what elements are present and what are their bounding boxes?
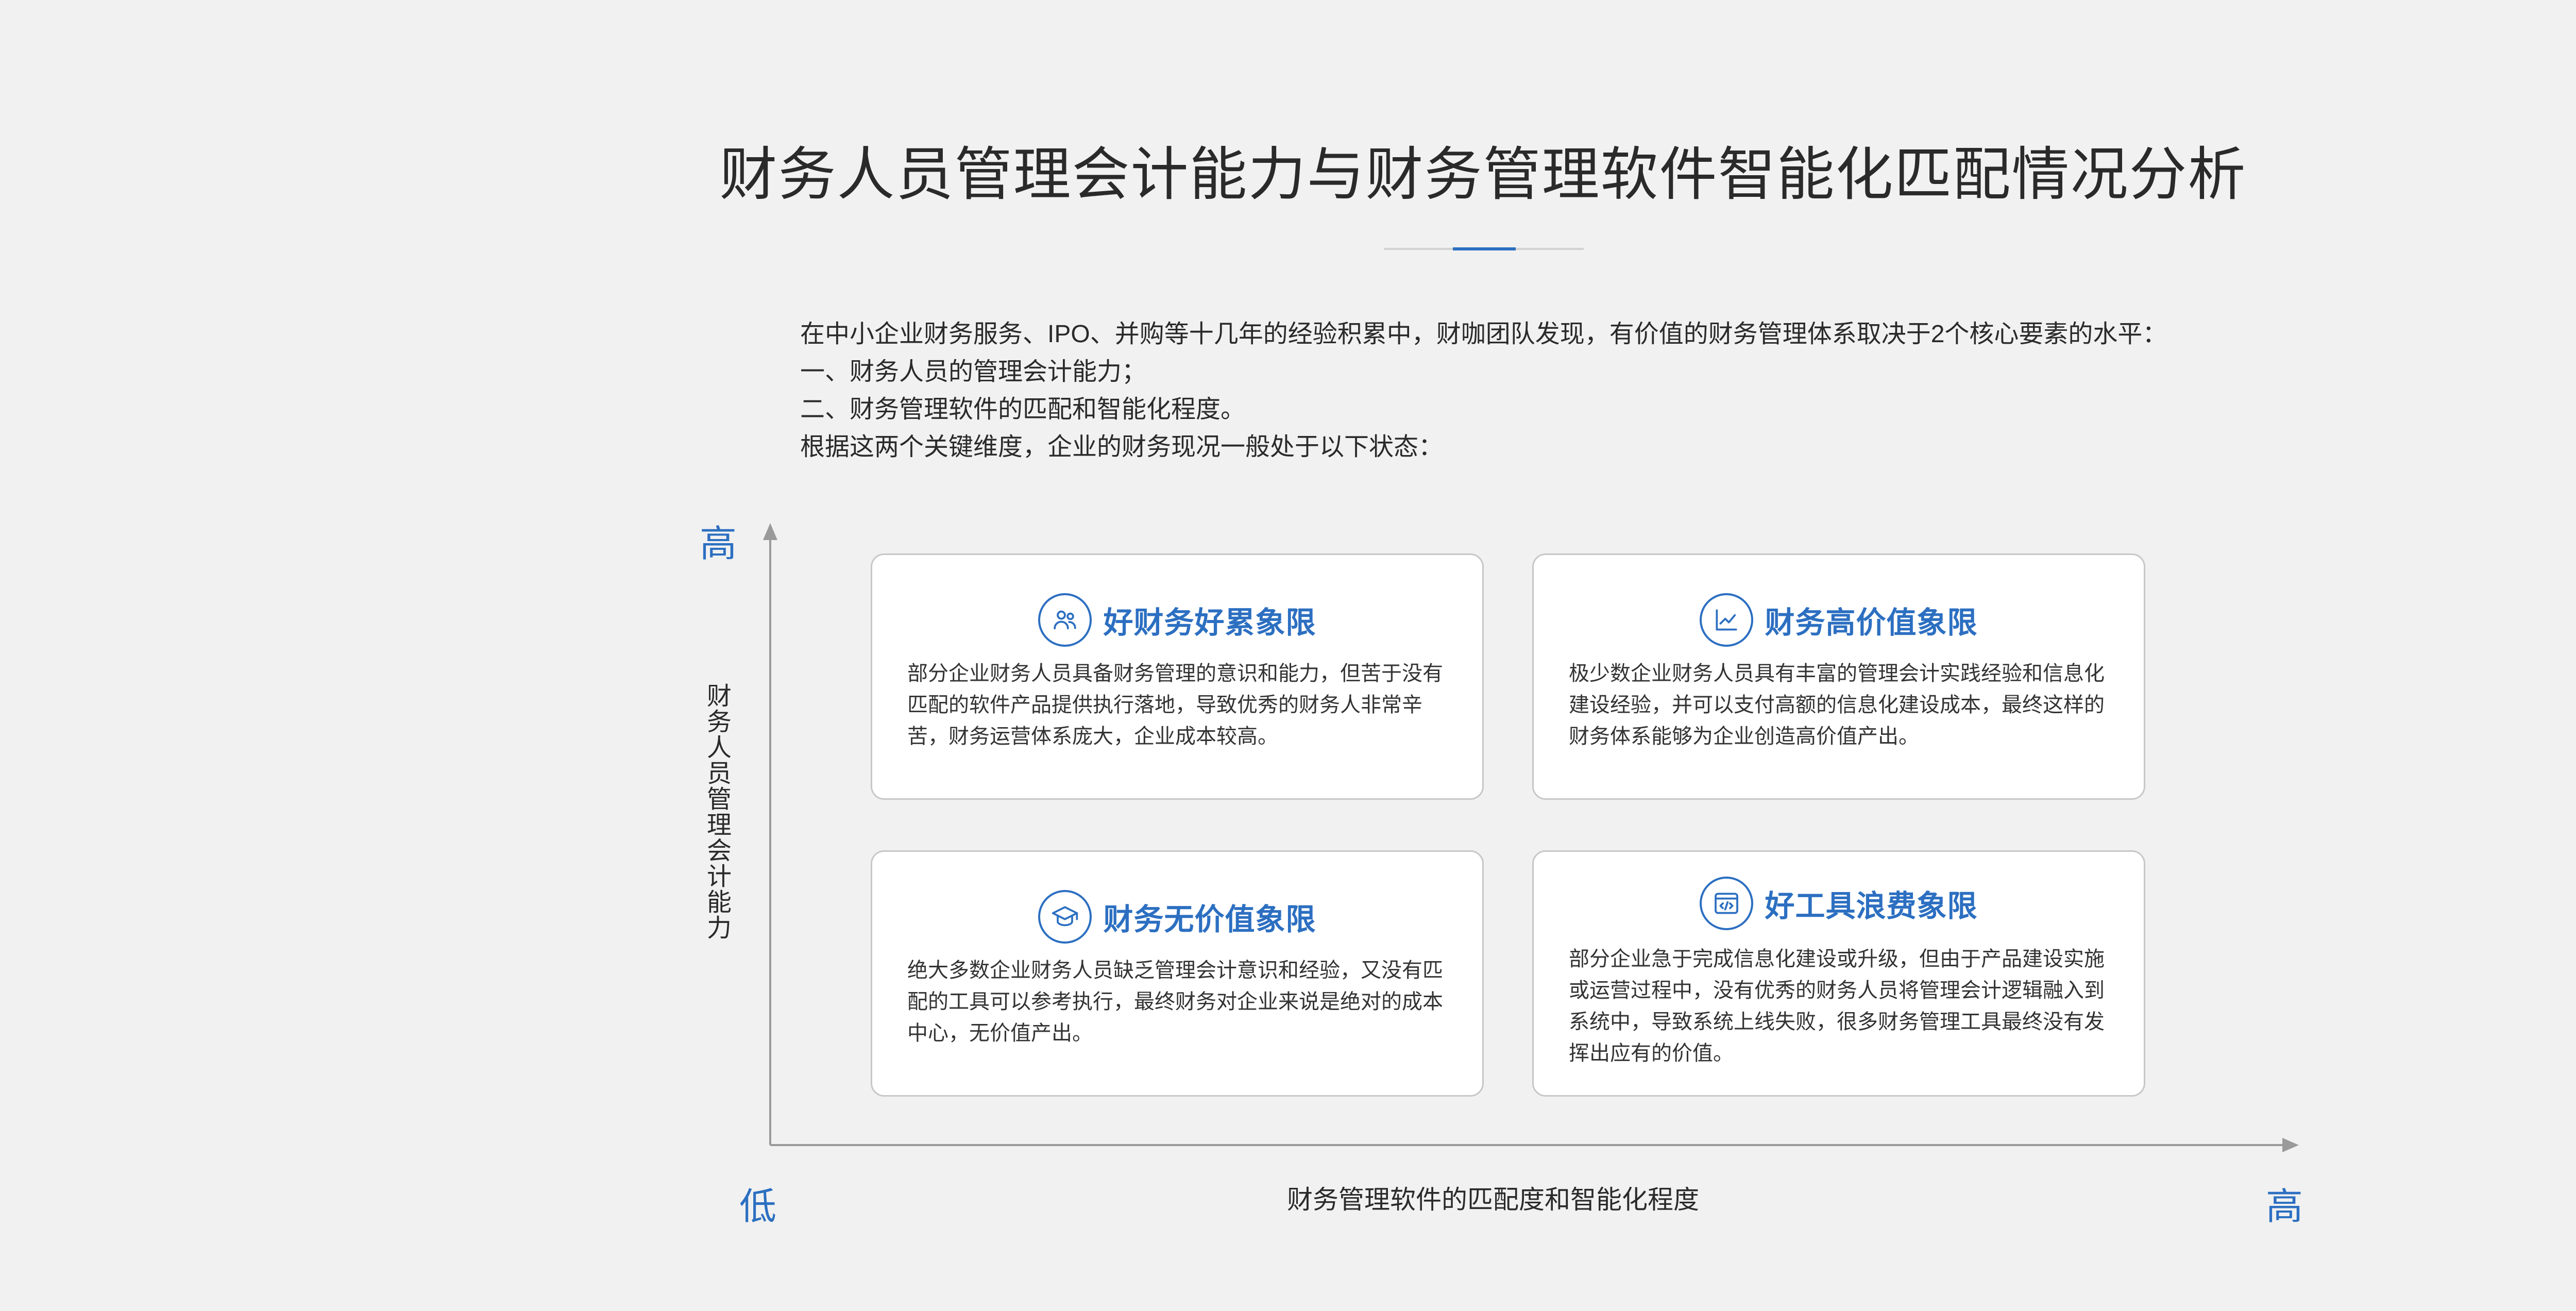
quadrant-description: 绝大多数企业财务人员缺乏管理会计意识和经验，又没有匹配的工具可以参考执行，最终财… (907, 959, 1443, 1045)
chart-line-icon (1700, 593, 1754, 647)
quadrant-description: 极少数企业财务人员具有丰富的管理会计实践经验和信息化建设经验，并可以支付高额的信… (1569, 662, 2105, 748)
quadrant-title: 好财务好累象限 (1103, 606, 1316, 640)
card-header: 好工具浪费象限 (1534, 877, 2144, 930)
y-axis-high-label: 高 (700, 524, 737, 565)
y-axis-title: 财务人员管理会计能力 (703, 683, 730, 940)
quadrant-title: 财务高价值象限 (1765, 606, 1978, 640)
quadrant-description: 部分企业急于完成信息化建设或升级，但由于产品建设实施或运营过程中，没有优秀的财务… (1569, 948, 2105, 1065)
x-axis-title: 财务管理软件的匹配度和智能化程度 (1287, 1185, 1699, 1214)
quadrant-card-top-right: 财务高价值象限 极少数企业财务人员具有丰富的管理会计实践经验和信息化建设经验，并… (1532, 553, 2145, 800)
card-header: 财务无价值象限 (872, 890, 1482, 944)
quadrant-card-top-left: 好财务好累象限 部分企业财务人员具备财务管理的意识和能力，但苦于没有匹配的软件产… (871, 553, 1484, 800)
x-axis-arrow (2282, 1138, 2299, 1152)
card-header: 好财务好累象限 (872, 593, 1482, 647)
x-axis-high-label: 高 (2266, 1186, 2303, 1228)
people-icon (1038, 593, 1092, 647)
quadrant-title: 好工具浪费象限 (1765, 889, 1978, 923)
axis-origin-low-label: 低 (739, 1186, 777, 1228)
quadrant-card-bottom-right: 好工具浪费象限 部分企业急于完成信息化建设或升级，但由于产品建设实施或运营过程中… (1532, 850, 2145, 1097)
y-axis-arrow (763, 523, 777, 540)
code-window-icon (1700, 877, 1754, 930)
quadrant-description: 部分企业财务人员具备财务管理的意识和能力，但苦于没有匹配的软件产品提供执行落地，… (907, 662, 1443, 748)
card-header: 财务高价值象限 (1534, 593, 2144, 647)
graduation-cap-icon (1038, 890, 1092, 944)
quadrant-title: 财务无价值象限 (1103, 903, 1316, 936)
quadrant-card-bottom-left: 财务无价值象限 绝大多数企业财务人员缺乏管理会计意识和经验，又没有匹配的工具可以… (871, 850, 1484, 1097)
